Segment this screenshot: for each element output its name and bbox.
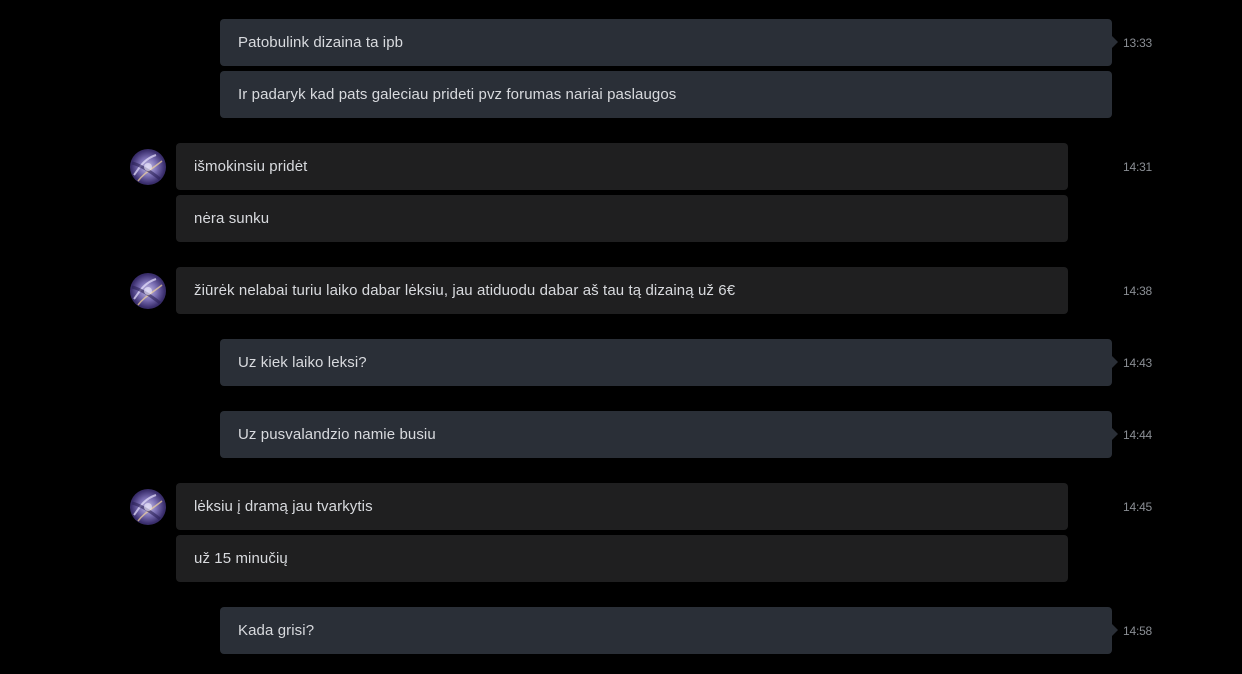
message-bubble-incoming[interactable]: išmokinsiu pridėt (176, 143, 1068, 190)
message-bubble-outgoing[interactable]: Kada grisi? (220, 607, 1118, 654)
message-bubble-outgoing[interactable]: Ir padaryk kad pats galeciau prideti pvz… (220, 71, 1112, 118)
message-timestamp: 14:58 (1123, 624, 1153, 638)
message-bubble-outgoing[interactable]: Uz pusvalandzio namie busiu (220, 411, 1118, 458)
message-text: Uz kiek laiko leksi? (238, 354, 367, 371)
message-bubble-incoming[interactable]: nėra sunku (176, 195, 1068, 242)
message-timestamp: 14:31 (1123, 160, 1153, 174)
message-text: Uz pusvalandzio namie busiu (238, 426, 436, 443)
message-timestamp: 14:38 (1123, 284, 1153, 298)
user-avatar-icon[interactable] (130, 489, 166, 525)
message-timestamp: 14:45 (1123, 500, 1153, 514)
message-text: nėra sunku (194, 210, 270, 227)
message-bubble-outgoing[interactable]: Uz kiek laiko leksi? (220, 339, 1118, 386)
user-avatar-icon[interactable] (130, 149, 166, 185)
message-timestamp: 14:44 (1123, 428, 1153, 442)
message-bubble-incoming[interactable]: už 15 minučių (176, 535, 1068, 582)
message-bubble-incoming[interactable]: žiūrėk nelabai turiu laiko dabar lėksiu,… (176, 267, 1068, 314)
message-text: Patobulink dizaina ta ipb (238, 34, 404, 51)
message-text: lėksiu į dramą jau tvarkytis (194, 498, 373, 515)
message-bubble-incoming[interactable]: lėksiu į dramą jau tvarkytis (176, 483, 1068, 530)
message-text: išmokinsiu pridėt (194, 158, 308, 175)
message-timestamp: 13:33 (1123, 36, 1153, 50)
message-text: Ir padaryk kad pats galeciau prideti pvz… (238, 86, 677, 103)
message-text: Kada grisi? (238, 622, 315, 639)
message-text: už 15 minučių (194, 550, 288, 567)
message-timestamp: 14:43 (1123, 356, 1153, 370)
user-avatar-icon[interactable] (130, 273, 166, 309)
message-text: žiūrėk nelabai turiu laiko dabar lėksiu,… (194, 282, 736, 299)
message-bubble-outgoing[interactable]: Patobulink dizaina ta ipb (220, 19, 1118, 66)
